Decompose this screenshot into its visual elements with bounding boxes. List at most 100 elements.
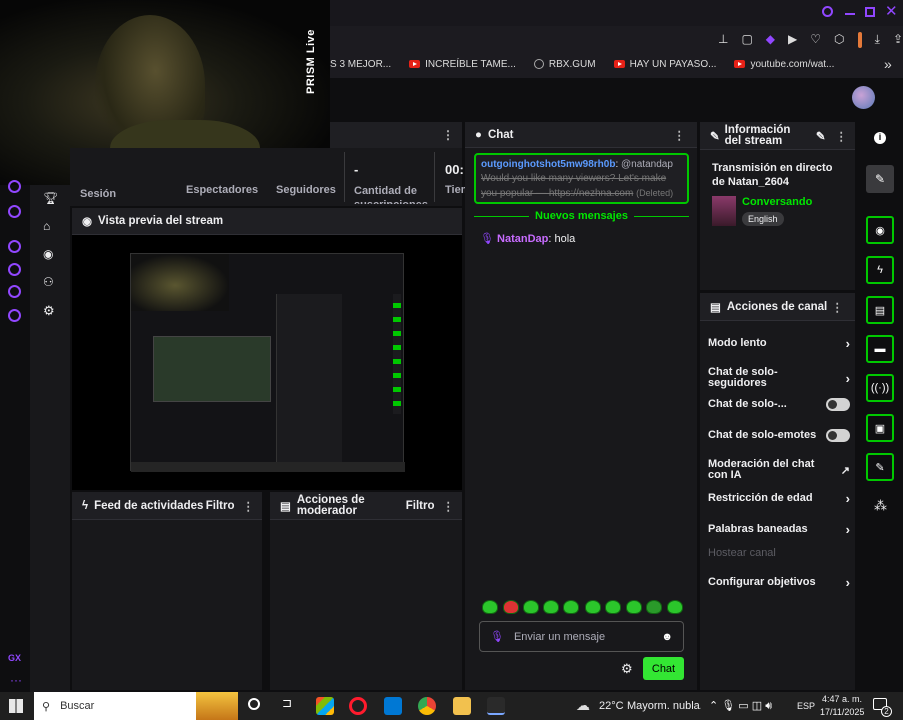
camera-icon[interactable]: ◉ xyxy=(43,247,53,261)
emote-icon[interactable] xyxy=(563,600,579,614)
broadcast-icon[interactable]: ((·)) xyxy=(866,374,894,402)
bookmark-item[interactable]: RBX.GUM xyxy=(533,59,596,70)
avatar[interactable] xyxy=(852,86,875,109)
category-name[interactable]: Conversando xyxy=(742,196,812,208)
stream-info-menu-icon[interactable]: ⋮ xyxy=(836,129,848,143)
close-icon[interactable]: ✕ xyxy=(885,2,898,20)
weather-text[interactable]: Mayorm. nubla... xyxy=(627,700,701,712)
channel-action-1[interactable]: Chat de solo-seguidores › xyxy=(708,367,850,389)
toggle-switch[interactable] xyxy=(825,398,850,411)
player-icon[interactable] xyxy=(8,240,21,253)
emote-icon[interactable] xyxy=(585,600,601,614)
bolt-action-icon[interactable]: ϟ xyxy=(866,256,894,284)
emote-icon[interactable] xyxy=(667,600,683,614)
emote-icon[interactable] xyxy=(503,600,519,614)
emote-icon[interactable] xyxy=(543,600,559,614)
clock-date[interactable]: 17/11/2025 xyxy=(820,707,864,717)
pin-icon[interactable]: ⊥ xyxy=(718,32,728,50)
widgets-icon[interactable]: ⊐ xyxy=(282,696,292,710)
maximize-icon[interactable] xyxy=(865,7,875,17)
stream-manager-icon[interactable]: ⌂ xyxy=(43,219,50,233)
bookmark-item[interactable]: youtube.com/wat... xyxy=(734,59,834,70)
channel-action-3[interactable]: Chat de solo-emotes xyxy=(708,429,850,442)
extensions-icon[interactable]: ⬡ xyxy=(834,32,844,50)
chevron-right-icon[interactable]: › xyxy=(846,575,850,590)
settings-icon[interactable]: ⚙ xyxy=(43,303,55,319)
task-view-icon[interactable] xyxy=(248,698,260,710)
stats-menu-icon[interactable]: ⋮ xyxy=(442,128,454,142)
channel-action-2[interactable]: Chat de solo-... xyxy=(708,398,850,411)
activity-menu-icon[interactable]: ⋮ xyxy=(243,499,255,513)
emote-icon[interactable] xyxy=(646,600,662,614)
clock-time[interactable]: 4:47 a. m. xyxy=(822,694,862,704)
chrome-icon[interactable] xyxy=(418,697,436,715)
more-apps-icon[interactable]: ⁂ xyxy=(874,498,887,514)
modactions-menu-icon[interactable]: ⋮ xyxy=(443,499,455,513)
chevron-right-icon[interactable]: › xyxy=(846,522,850,537)
chat-input[interactable]: 🎙︎ Enviar un mensaje ☻ xyxy=(479,621,684,652)
bookmark-item[interactable]: HAY UN PAYASO... xyxy=(613,59,716,70)
taskbar-search[interactable]: ⚲ Buscar xyxy=(34,692,238,720)
store-icon[interactable] xyxy=(316,697,334,715)
external-link-icon[interactable]: ↗ xyxy=(841,464,850,477)
language-tag[interactable]: English xyxy=(742,212,784,226)
channel-action-8[interactable]: Configurar objetivos › xyxy=(708,575,850,590)
emote-icon[interactable] xyxy=(605,600,621,614)
bookmark-item[interactable]: INCREÍBLE TAME... xyxy=(409,59,516,70)
layout-icon[interactable]: ▣ xyxy=(866,414,894,442)
opera-icon[interactable] xyxy=(349,697,367,715)
emote-icon[interactable] xyxy=(523,600,539,614)
more-bookmarks-icon[interactable]: » xyxy=(884,56,892,72)
download-icon[interactable]: ⤓ xyxy=(875,32,880,50)
more-sidebar-icon[interactable]: ··· xyxy=(10,673,22,687)
users-icon[interactable]: ⚇ xyxy=(43,275,54,289)
vpn-icon[interactable]: ◆ xyxy=(766,32,775,50)
share-icon[interactable]: ⇪ xyxy=(893,32,903,50)
trophy-icon[interactable]: 🏆︎ xyxy=(43,191,58,205)
tray-icons[interactable]: ⌃ 🎙︎ ▭ ◫ 🔊︎ xyxy=(709,699,772,713)
history-icon[interactable] xyxy=(8,263,21,276)
weather-temp[interactable]: 22°C xyxy=(599,700,624,712)
mail-icon[interactable] xyxy=(384,697,402,715)
twitch-icon[interactable] xyxy=(8,180,21,193)
notes-icon[interactable]: ▤ xyxy=(866,296,894,324)
chat-action-icon[interactable]: ▬ xyxy=(866,335,894,363)
channel-action-5[interactable]: Restricción de edad › xyxy=(708,491,850,506)
screenshot-icon[interactable]: ▢ xyxy=(741,32,752,50)
info-icon[interactable]: i xyxy=(874,132,886,144)
wrench-action-icon[interactable]: ✎ xyxy=(866,453,894,481)
pinned-user[interactable]: outgoinghotshot5mw98rh0b xyxy=(481,159,615,170)
explorer-icon[interactable] xyxy=(453,697,471,715)
gx-label[interactable]: GX xyxy=(8,653,21,663)
heart-icon[interactable]: ♡ xyxy=(810,32,821,50)
bookmark-item[interactable]: S 3 MEJOR... xyxy=(330,59,391,70)
mic-input-icon[interactable]: 🎙︎ xyxy=(490,630,504,643)
edit-icon[interactable]: ✎ xyxy=(816,129,826,143)
emote-icon[interactable] xyxy=(626,600,642,614)
emote-icon[interactable] xyxy=(482,600,498,614)
app-taskbar-icon[interactable] xyxy=(487,697,505,715)
chat-message-user[interactable]: NatanDap xyxy=(497,233,548,245)
toggle-switch[interactable] xyxy=(825,429,850,442)
extensions-sidebar-icon[interactable] xyxy=(8,285,21,298)
emoji-icon[interactable]: ☻ xyxy=(661,631,673,643)
lang-indicator[interactable]: ESP xyxy=(797,701,815,711)
modactions-filter[interactable]: Filtro xyxy=(406,500,435,512)
settings-sidebar-icon[interactable] xyxy=(8,309,21,322)
chat-send-button[interactable]: Chat xyxy=(643,657,684,680)
channel-action-4[interactable]: Moderación del chat con IA ↗ xyxy=(708,459,850,481)
chevron-right-icon[interactable]: › xyxy=(846,491,850,506)
windows-start-icon[interactable] xyxy=(9,699,23,713)
app-icon[interactable] xyxy=(857,32,862,48)
chevron-right-icon[interactable]: › xyxy=(846,336,850,351)
chevron-right-icon[interactable]: › xyxy=(846,371,850,386)
minimize-icon[interactable] xyxy=(845,13,855,15)
whatsapp-icon[interactable] xyxy=(8,205,21,218)
chat-settings-icon[interactable]: ⚙ xyxy=(621,661,633,677)
media-icon[interactable]: ▶ xyxy=(788,32,797,50)
channel-action-0[interactable]: Modo lento › xyxy=(708,336,850,351)
edit-stream-icon[interactable]: ✎ xyxy=(866,165,894,193)
activity-filter[interactable]: Filtro xyxy=(206,500,235,512)
channel-actions-menu-icon[interactable]: ⋮ xyxy=(832,300,844,314)
camera-action-icon[interactable]: ◉ xyxy=(866,216,894,244)
